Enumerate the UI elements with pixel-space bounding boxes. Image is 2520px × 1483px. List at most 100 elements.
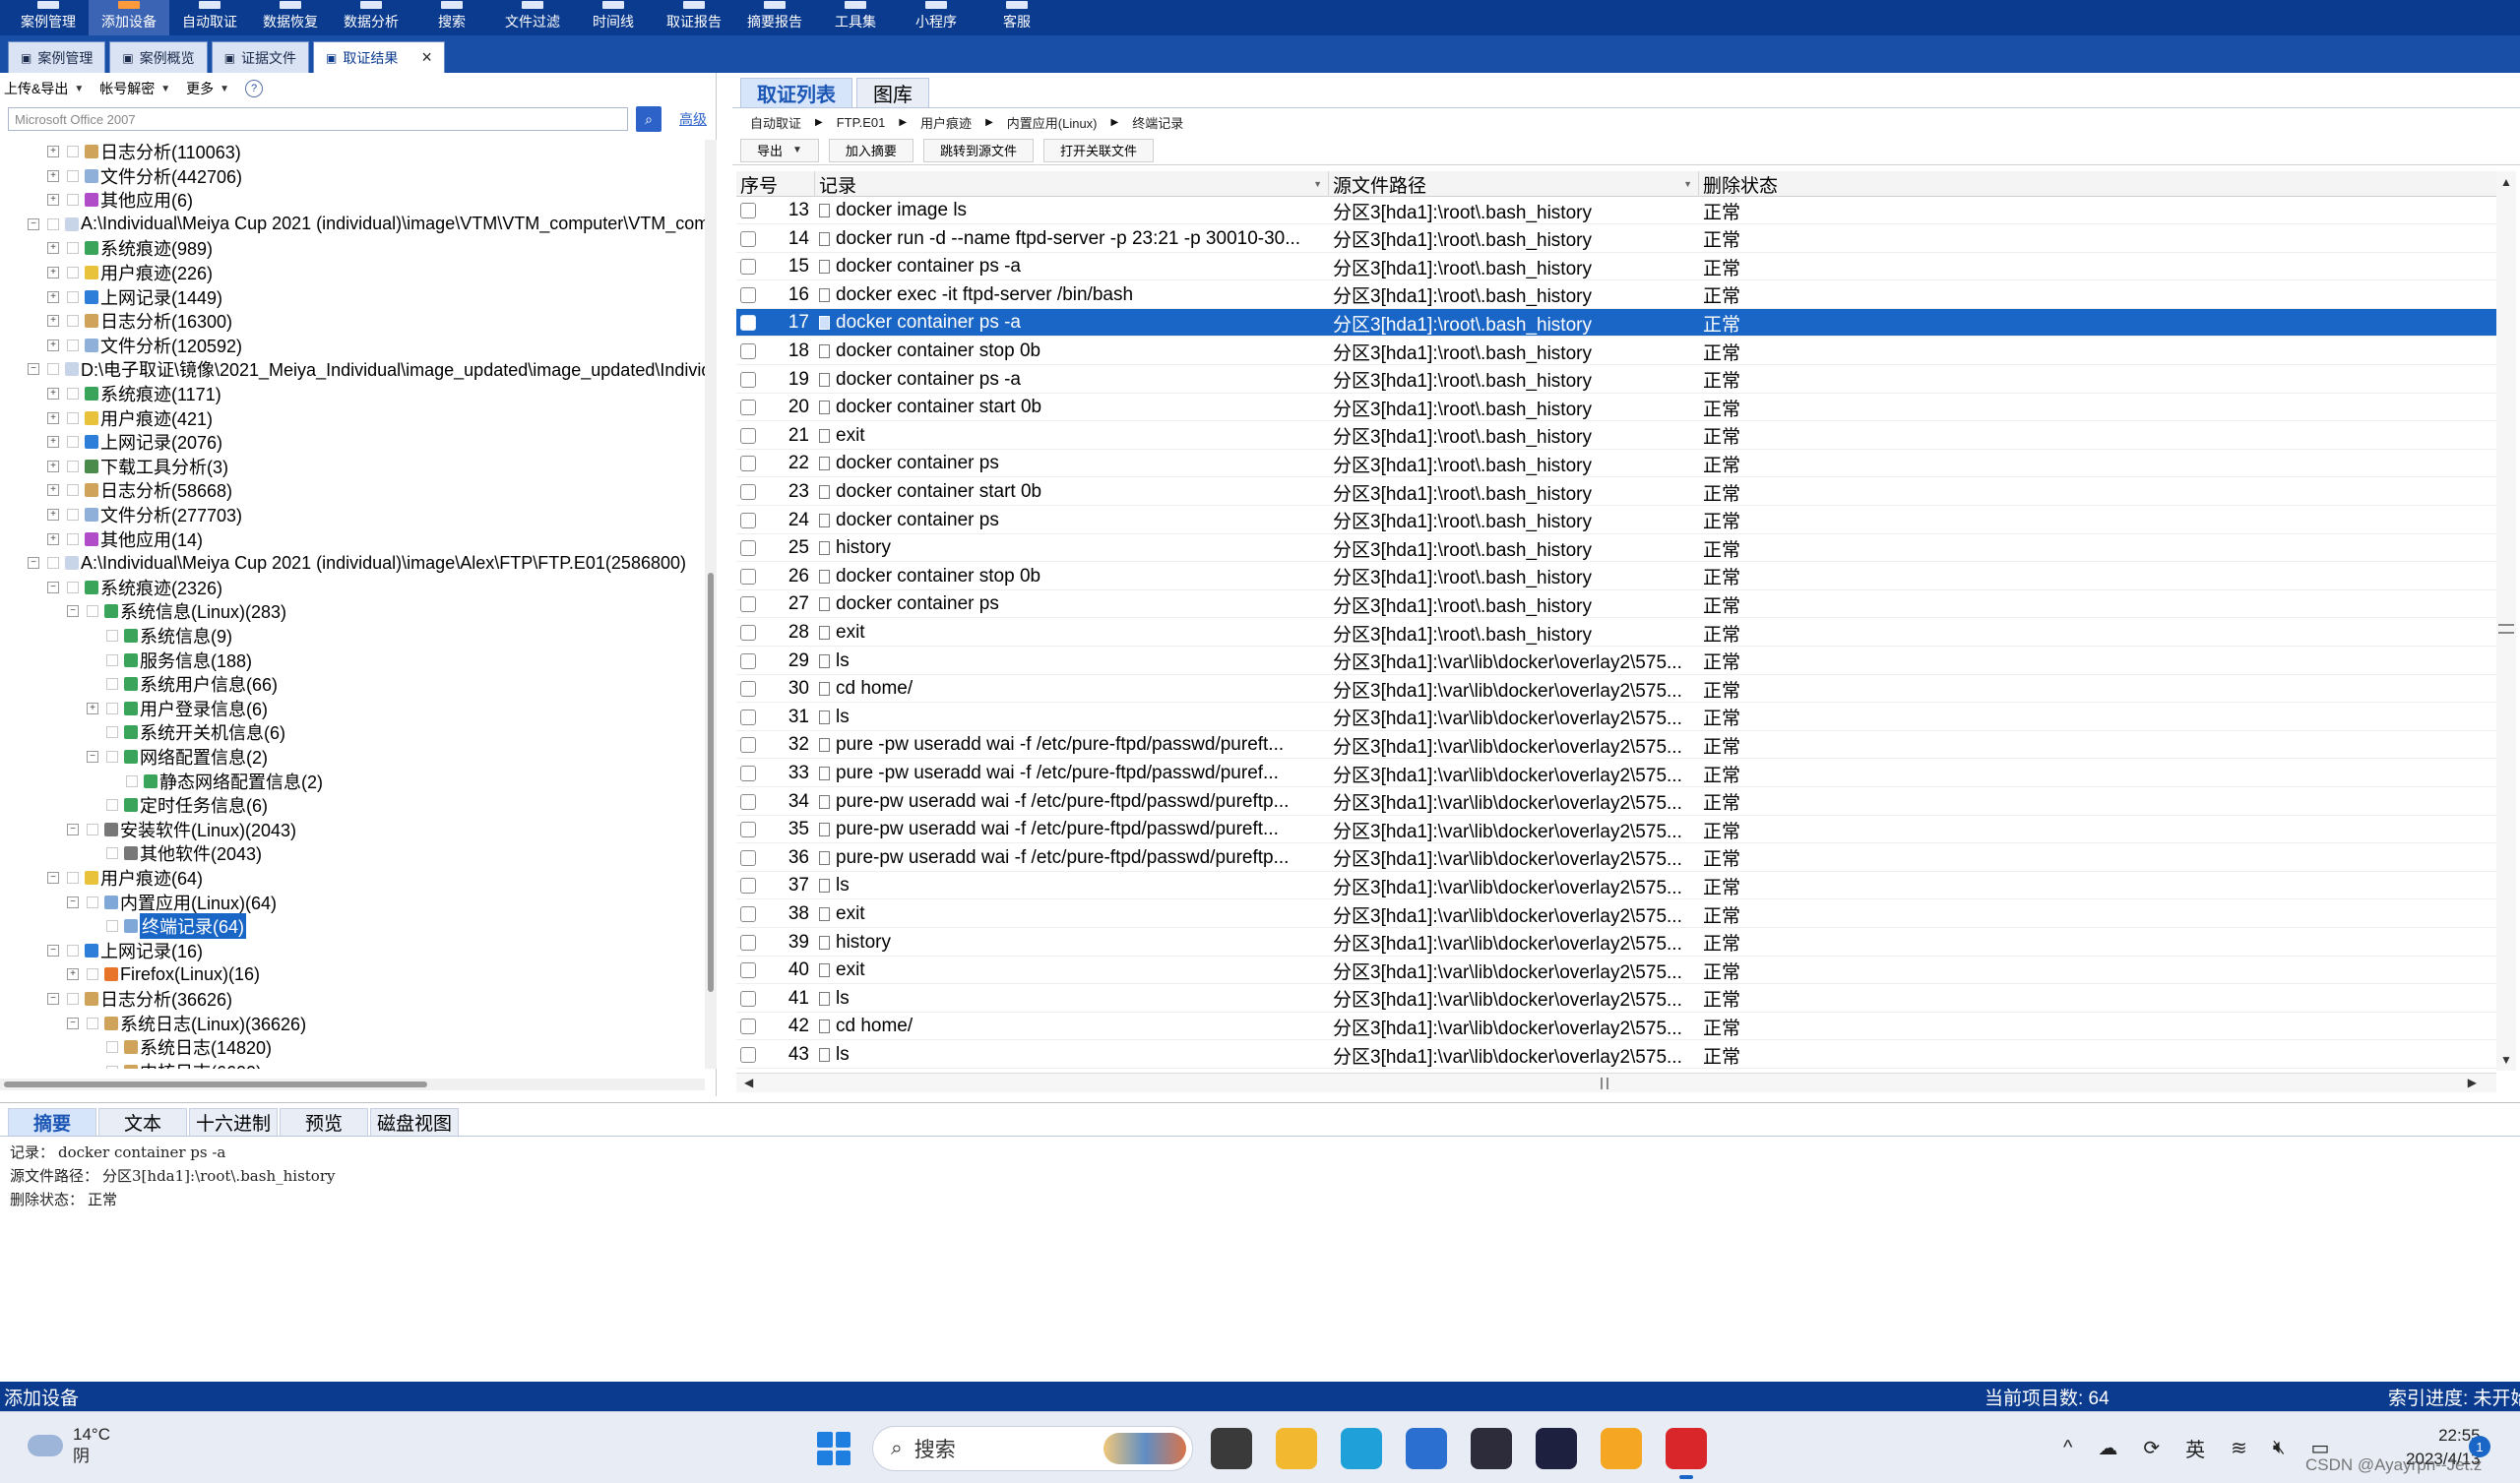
expand-icon[interactable]: +	[47, 194, 59, 207]
upload-export-menu[interactable]: 上传&导出 ▼	[4, 79, 84, 98]
tree-checkbox[interactable]	[87, 1017, 98, 1029]
row-checkbox[interactable]	[740, 343, 756, 359]
results-tab[interactable]: 图库	[856, 78, 929, 107]
table-row[interactable]: 15 docker container ps -a 分区3[hda1]:\root\…	[736, 253, 2496, 281]
expand-icon[interactable]: +	[47, 460, 59, 472]
row-checkbox[interactable]	[740, 934, 756, 951]
table-row[interactable]: 14 docker run -d --name ftpd-server -p 23…	[736, 225, 2496, 253]
tree-node[interactable]: 系统日志(14820)	[87, 1035, 272, 1059]
tree-node[interactable]: + 日志分析(16300)	[47, 309, 232, 333]
tree-node[interactable]: + 系统痕迹(1171)	[47, 382, 221, 405]
tree-checkbox[interactable]	[67, 169, 79, 182]
table-row[interactable]: 21 exit 分区3[hda1]:\root\.bash_history 正常	[736, 422, 2496, 450]
table-row[interactable]: 30 cd home/分区3[hda1]:\var\lib\docker\over…	[736, 675, 2496, 704]
table-row[interactable]: 32 pure -pw useradd wai -f /etc/pure-ftpd…	[736, 731, 2496, 760]
tree-checkbox[interactable]	[67, 315, 79, 328]
tree-node[interactable]: 定时任务信息(6)	[87, 793, 268, 817]
table-row[interactable]: 38 exit 分区3[hda1]:\var\lib\docker\overlay2…	[736, 900, 2496, 928]
ribbon-button[interactable]: 添加设备	[89, 0, 169, 35]
tree-checkbox[interactable]	[87, 968, 98, 981]
table-row[interactable]: 25 history 分区3[hda1]:\root\.bash_history 正常	[736, 534, 2496, 563]
expand-icon[interactable]: +	[47, 242, 59, 255]
collapse-icon[interactable]: −	[67, 605, 79, 618]
tree-vertical-scrollbar[interactable]	[705, 140, 717, 1069]
tree-node[interactable]: + Firefox(Linux)(16)	[67, 962, 260, 986]
tree-checkbox[interactable]	[87, 896, 98, 908]
row-checkbox[interactable]	[740, 203, 756, 218]
tree-checkbox[interactable]	[67, 242, 79, 255]
grid-horizontal-scrollbar[interactable]: ◀ ▶	[736, 1073, 2496, 1092]
column-header-index[interactable]: 序号	[736, 171, 815, 197]
tree-checkbox[interactable]	[67, 436, 79, 449]
tree-node[interactable]: 其他软件(2043)	[87, 841, 262, 865]
jump-to-source-button[interactable]: 跳转到源文件	[922, 138, 1034, 162]
breadcrumb-item[interactable]: FTP.E01	[837, 115, 886, 130]
expand-icon[interactable]: +	[47, 388, 59, 400]
scrollbar-grip[interactable]	[1601, 1078, 1608, 1089]
tree-node[interactable]: 内核日志(6600)	[87, 1060, 262, 1069]
tree-node[interactable]: 系统信息(9)	[87, 624, 232, 648]
volume-muted-icon[interactable]: 🔇︎	[2273, 1437, 2286, 1459]
expand-icon[interactable]: +	[47, 411, 59, 424]
tree-node[interactable]: + 上网记录(1449)	[47, 285, 222, 309]
table-row[interactable]: 27 docker container ps 分区3[hda1]:\root\.ba…	[736, 590, 2496, 619]
tree-node[interactable]: + 其他应用(6)	[47, 188, 193, 212]
row-checkbox[interactable]	[740, 400, 756, 416]
tree-checkbox[interactable]	[106, 702, 118, 714]
detail-tab[interactable]: 摘要	[8, 1108, 96, 1136]
row-checkbox[interactable]	[740, 259, 756, 276]
ribbon-button[interactable]: 自动取证	[169, 0, 250, 35]
tree-node[interactable]: 终端记录(64)	[87, 913, 247, 940]
row-checkbox[interactable]	[740, 990, 756, 1007]
tree-node[interactable]: 系统开关机信息(6)	[87, 720, 285, 744]
table-row[interactable]: 43 ls 分区3[hda1]:\var\lib\docker\overlay2\5…	[736, 1041, 2496, 1069]
expand-icon[interactable]: +	[87, 702, 98, 714]
breadcrumb-item[interactable]: 用户痕迹	[920, 113, 972, 132]
open-related-file-button[interactable]: 打开关联文件	[1042, 138, 1154, 162]
weather-widget[interactable]: 14°C 阴	[28, 1424, 110, 1467]
row-checkbox[interactable]	[740, 737, 756, 754]
table-row[interactable]: 18 docker container stop 0b 分区3[hda1]:\roo…	[736, 338, 2496, 365]
ribbon-button[interactable]: 文件过滤	[492, 0, 573, 35]
ribbon-button[interactable]: 数据分析	[331, 0, 411, 35]
expand-icon[interactable]: +	[47, 532, 59, 545]
search-icon[interactable]: ⌕	[636, 106, 662, 132]
table-row[interactable]: 39 history 分区3[hda1]:\var\lib\docker\overl…	[736, 929, 2496, 957]
sync-icon[interactable]: ⟳	[2143, 1436, 2160, 1460]
document-tab[interactable]: ▣ 案例概览	[109, 41, 208, 73]
row-checkbox[interactable]	[740, 849, 756, 866]
table-row[interactable]: 37 ls 分区3[hda1]:\var\lib\docker\overlay2\5…	[736, 872, 2496, 900]
table-row[interactable]: 40 exit 分区3[hda1]:\var\lib\docker\overlay2…	[736, 957, 2496, 985]
tree-node[interactable]: + 下载工具分析(3)	[47, 455, 228, 478]
row-checkbox[interactable]	[740, 681, 756, 698]
tree-node[interactable]: − D:\电子取证\镜像\2021_Meiya_Individual\image_…	[28, 357, 705, 381]
row-checkbox[interactable]	[740, 371, 756, 388]
ribbon-button[interactable]: 工具集	[815, 0, 896, 35]
document-tab[interactable]: ▣ 取证结果 ×	[313, 41, 445, 73]
advanced-search-link[interactable]: 高级	[679, 109, 707, 129]
tree-checkbox[interactable]	[106, 630, 118, 642]
wifi-icon[interactable]: ≋	[2231, 1436, 2247, 1460]
table-row[interactable]: 34 pure-pw useradd wai -f /etc/pure-ftpd/…	[736, 788, 2496, 816]
tree-node[interactable]: − A:\Individual\Meiya Cup 2021 (individua…	[28, 551, 686, 575]
row-checkbox[interactable]	[740, 1047, 756, 1063]
row-checkbox[interactable]	[740, 456, 756, 472]
tree-node[interactable]: + 文件分析(442706)	[47, 164, 242, 188]
tree-checkbox[interactable]	[67, 267, 79, 278]
ribbon-button[interactable]: 摘要报告	[734, 0, 815, 35]
document-tab[interactable]: ▣ 案例管理	[8, 41, 106, 73]
edge-icon[interactable]	[1341, 1428, 1382, 1469]
notification-badge[interactable]: 1	[2469, 1436, 2490, 1457]
table-row[interactable]: 13 docker image ls 分区3[hda1]:\root\.bash_h…	[736, 197, 2496, 224]
tree-node[interactable]: − 系统信息(Linux)(283)	[67, 599, 286, 623]
tree-checkbox[interactable]	[67, 509, 79, 521]
tree-node[interactable]: 系统用户信息(66)	[87, 672, 278, 696]
tree-horizontal-scrollbar[interactable]	[0, 1079, 705, 1090]
row-checkbox[interactable]	[740, 512, 756, 528]
ribbon-button[interactable]: 案例管理	[8, 0, 89, 35]
tree-checkbox[interactable]	[47, 557, 59, 570]
tree-checkbox[interactable]	[47, 363, 59, 376]
grid-vertical-scrollbar[interactable]: ▲ ▼	[2496, 171, 2516, 1071]
export-button[interactable]: 导出 ▼	[740, 138, 819, 162]
input-language[interactable]: 英	[2185, 1434, 2205, 1462]
